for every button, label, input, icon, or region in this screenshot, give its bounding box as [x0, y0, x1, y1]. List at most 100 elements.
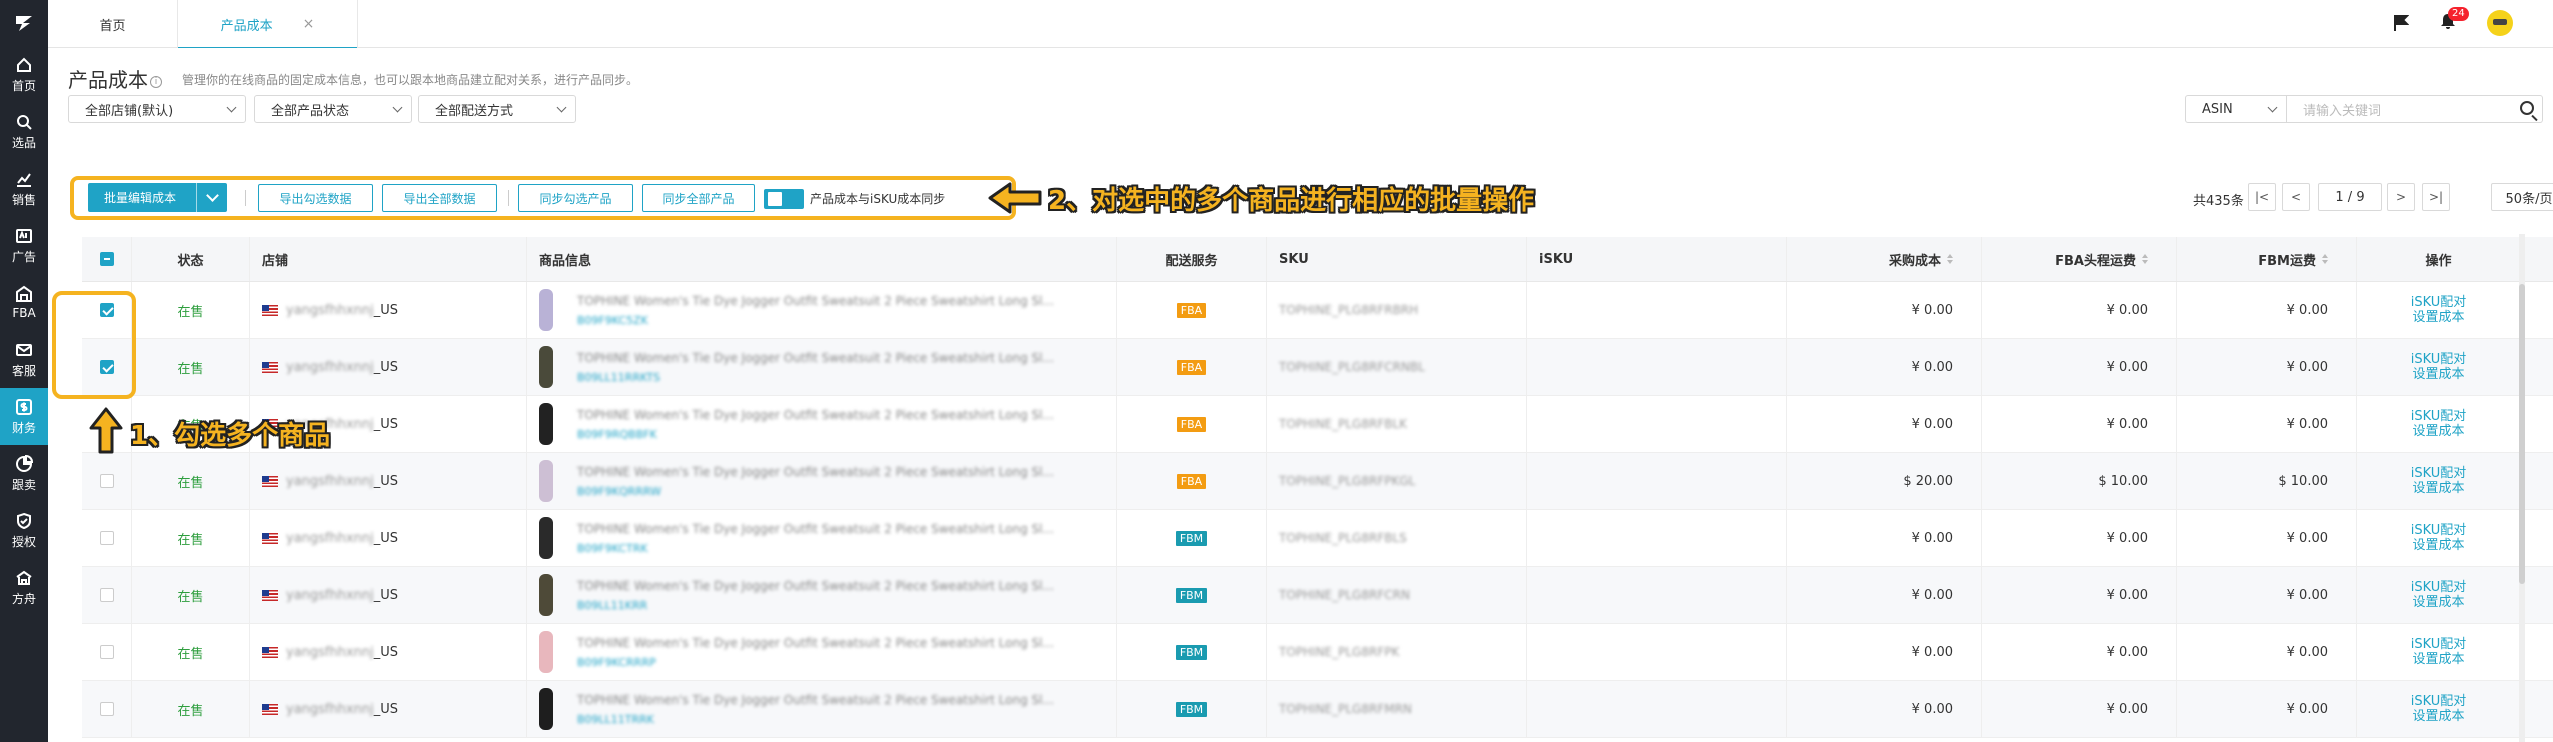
delivery-select[interactable]: 全部配送方式	[418, 95, 576, 123]
set-cost-link[interactable]: 设置成本	[2412, 310, 2464, 325]
isku-pair-link[interactable]: iSKU配对	[2411, 580, 2467, 595]
batch-edit-cost-button[interactable]: 批量编辑成本	[88, 183, 227, 212]
sidebar-item-6[interactable]: 财务	[0, 388, 48, 445]
search-type-select[interactable]: ASIN	[2185, 95, 2287, 123]
isku-pair-link[interactable]: iSKU配对	[2411, 637, 2467, 652]
table-row[interactable]: 在售 yangsfhhxnnj _US TOPHINE Women's Tie Dye…	[82, 396, 2553, 453]
set-cost-link[interactable]: 设置成本	[2412, 424, 2464, 439]
product-asin-link[interactable]: B09F9KCTRK	[577, 542, 1054, 555]
set-cost-link[interactable]: 设置成本	[2412, 709, 2464, 724]
sidebar-item-1[interactable]: 选品	[0, 103, 48, 160]
row-checkbox[interactable]	[99, 645, 114, 659]
sidebar-item-4[interactable]: FBA	[0, 274, 48, 331]
table-row[interactable]: 在售 yangsfhhxnnj _US TOPHINE Women's Tie Dye…	[82, 282, 2553, 339]
product-thumbnail[interactable]	[539, 688, 553, 730]
row-checkbox[interactable]	[99, 588, 114, 602]
table-row[interactable]: 在售 yangsfhhxnnj _US TOPHINE Women's Tie Dye…	[82, 453, 2553, 510]
product-asin-link[interactable]: B09LL11TRRK	[577, 713, 1054, 726]
table-scrollbar[interactable]	[2519, 234, 2525, 742]
table-row[interactable]: 在售 yangsfhhxnnj _US TOPHINE Women's Tie Dye…	[82, 339, 2553, 396]
avatar[interactable]	[2487, 10, 2513, 36]
flag-icon[interactable]	[2393, 14, 2409, 32]
export-all-button[interactable]: 导出全部数据	[382, 184, 497, 212]
product-thumbnail[interactable]	[539, 517, 553, 559]
isku-pair-link[interactable]: iSKU配对	[2411, 352, 2467, 367]
product-asin-link[interactable]: B09LL11KRR	[577, 599, 1054, 612]
product-cell: TOPHINE Women's Tie Dye Jogger Outfit Sw…	[527, 624, 1117, 680]
set-cost-link[interactable]: 设置成本	[2412, 481, 2464, 496]
isku-pair-link[interactable]: iSKU配对	[2411, 694, 2467, 709]
product-asin-link[interactable]: B09F9KCRRRP	[577, 656, 1054, 669]
isku-pair-link[interactable]: iSKU配对	[2411, 295, 2467, 310]
row-checkbox[interactable]	[99, 702, 114, 716]
sidebar-item-label: 财务	[11, 420, 36, 435]
product-thumbnail[interactable]	[539, 403, 553, 445]
export-selected-button[interactable]: 导出勾选数据	[258, 184, 373, 212]
product-asin-link[interactable]: B09F9KC5ZK	[577, 314, 1054, 327]
store-name-blurred: yangsfhhxnnj	[286, 587, 374, 603]
first-page-button[interactable]: |<	[2248, 183, 2276, 211]
sidebar-item-7[interactable]: 跟卖	[0, 445, 48, 502]
isku-pair-link[interactable]: iSKU配对	[2411, 466, 2467, 481]
info-icon[interactable]: i	[150, 75, 162, 88]
sidebar-item-9[interactable]: 方舟	[0, 559, 48, 616]
product-cell: TOPHINE Women's Tie Dye Jogger Outfit Sw…	[527, 567, 1117, 623]
sidebar-item-3[interactable]: 广告	[0, 217, 48, 274]
next-page-button[interactable]: >	[2387, 183, 2415, 211]
tab-product-cost[interactable]: 产品成本 ×	[178, 0, 358, 49]
product-asin-link[interactable]: B09F9RQBBFK	[577, 428, 1054, 441]
search-icon[interactable]	[2520, 101, 2534, 115]
header-purchase-cost[interactable]: 采购成本	[1787, 237, 1982, 281]
product-asin-link[interactable]: B09LL11RRKTS	[577, 371, 1054, 384]
sync-all-button[interactable]: 同步全部产品	[642, 184, 755, 212]
isku-pair-link[interactable]: iSKU配对	[2411, 409, 2467, 424]
chevron-down-icon[interactable]	[196, 183, 227, 212]
set-cost-link[interactable]: 设置成本	[2412, 595, 2464, 610]
product-status-select[interactable]: 全部产品状态	[254, 95, 412, 123]
set-cost-link[interactable]: 设置成本	[2412, 652, 2464, 667]
row-checkbox[interactable]	[99, 474, 114, 488]
sort-icon	[2142, 254, 2148, 264]
product-asin-link[interactable]: B09F9KQRRRW	[577, 485, 1054, 498]
store-select[interactable]: 全部店铺(默认)	[68, 95, 246, 123]
last-page-button[interactable]: >|	[2422, 183, 2450, 211]
table-row[interactable]: 在售 yangsfhhxnnj _US TOPHINE Women's Tie Dye…	[82, 567, 2553, 624]
notification-bell[interactable]: 24	[2439, 7, 2469, 34]
product-title: TOPHINE Women's Tie Dye Jogger Outfit Sw…	[577, 350, 1054, 365]
actions-cell: iSKU配对 设置成本	[2357, 453, 2520, 509]
page-indicator[interactable]: 1 / 9	[2318, 183, 2382, 211]
product-thumbnail[interactable]	[539, 346, 553, 388]
fbm-freight-cell: $ 10.00	[2177, 453, 2357, 509]
sidebar-item-0[interactable]: 首页	[0, 46, 48, 103]
batch-edit-cost-label: 批量编辑成本	[104, 191, 177, 205]
product-thumbnail[interactable]	[539, 289, 553, 331]
tab-home[interactable]: 首页	[48, 0, 178, 48]
header-fbm-freight[interactable]: FBM运费	[2177, 237, 2357, 281]
status-cell: 在售	[132, 453, 250, 509]
app-logo[interactable]	[0, 0, 48, 46]
prev-page-button[interactable]: <	[2282, 183, 2310, 211]
product-thumbnail[interactable]	[539, 574, 553, 616]
sidebar-item-8[interactable]: 授权	[0, 502, 48, 559]
sidebar-item-2[interactable]: 销售	[0, 160, 48, 217]
product-cell: TOPHINE Women's Tie Dye Jogger Outfit Sw…	[527, 681, 1117, 737]
table-row[interactable]: 在售 yangsfhhxnnj _US TOPHINE Women's Tie Dye…	[82, 681, 2553, 738]
header-fba-freight[interactable]: FBA头程运费	[1982, 237, 2177, 281]
per-page-select[interactable]: 50条/页	[2491, 183, 2553, 211]
select-all-checkbox[interactable]	[99, 252, 114, 266]
sidebar-item-5[interactable]: 客服	[0, 331, 48, 388]
set-cost-link[interactable]: 设置成本	[2412, 538, 2464, 553]
product-thumbnail[interactable]	[539, 631, 553, 673]
row-checkbox[interactable]	[99, 531, 114, 545]
set-cost-link[interactable]: 设置成本	[2412, 367, 2464, 382]
tab-close-icon[interactable]: ×	[303, 16, 315, 32]
delivery-badge: FBA	[1176, 473, 1207, 489]
sync-selected-button[interactable]: 同步勾选产品	[518, 184, 633, 212]
table-row[interactable]: 在售 yangsfhhxnnj _US TOPHINE Women's Tie Dye…	[82, 624, 2553, 681]
search-input[interactable]: 请输入关键词	[2287, 95, 2543, 123]
table-row[interactable]: 在售 yangsfhhxnnj _US TOPHINE Women's Tie Dye…	[82, 510, 2553, 567]
fba-freight-cell: ¥ 0.00	[1982, 681, 2177, 737]
cost-sync-toggle[interactable]	[764, 189, 804, 209]
product-thumbnail[interactable]	[539, 460, 553, 502]
isku-pair-link[interactable]: iSKU配对	[2411, 523, 2467, 538]
